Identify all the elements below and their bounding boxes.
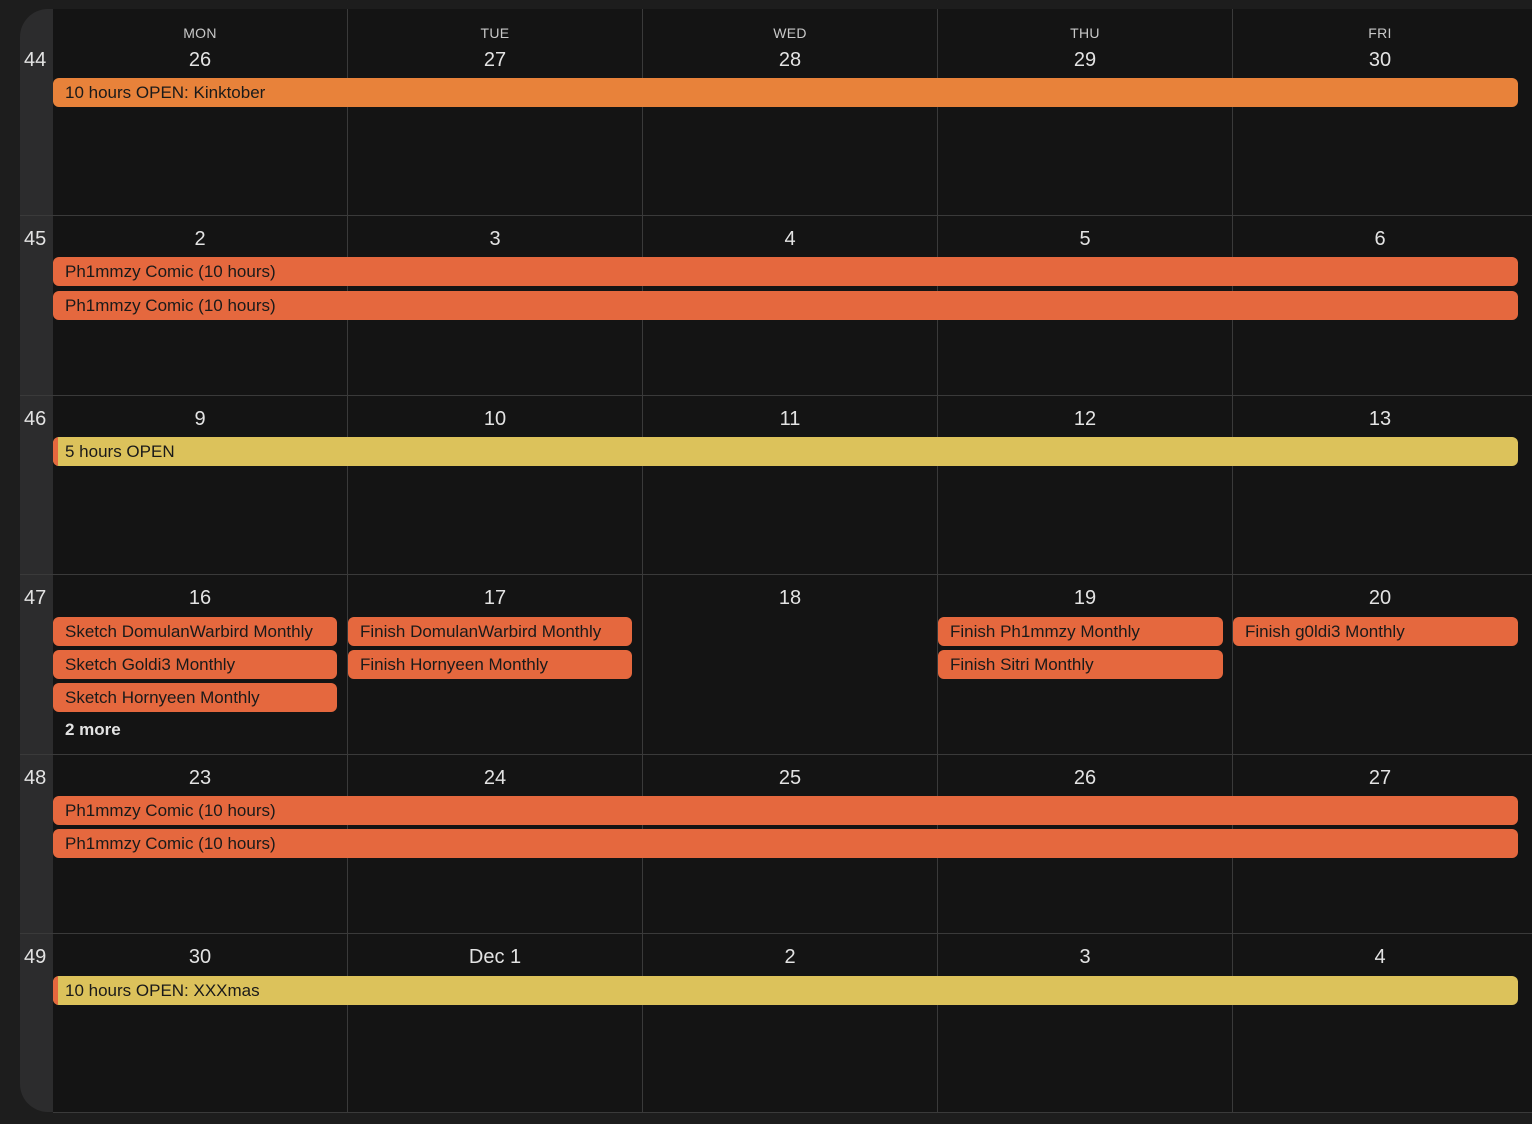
week-divider	[20, 395, 1532, 396]
weekday-header-mon: MON	[183, 25, 217, 41]
day-number[interactable]: 19	[1025, 587, 1145, 610]
day-number[interactable]: 29	[1025, 49, 1145, 72]
month-calendar: 44 45 46 47 48 49 MON TUE WED THU FRI 26…	[20, 9, 1532, 1114]
day-number[interactable]: 26	[1025, 767, 1145, 790]
event-chip[interactable]: Finish g0ldi3 Monthly	[1233, 617, 1518, 646]
week-number[interactable]: 47	[24, 587, 46, 610]
event-chip[interactable]: 10 hours OPEN: Kinktober	[53, 78, 1518, 107]
event-chip[interactable]: Sketch Goldi3 Monthly	[53, 650, 337, 679]
day-number[interactable]: 18	[730, 587, 850, 610]
day-number[interactable]: 2	[140, 228, 260, 251]
day-number[interactable]: 2	[730, 946, 850, 969]
calendar-grid: MON TUE WED THU FRI 26 27 28 29 30 10 ho…	[20, 9, 1532, 1113]
day-number[interactable]: 30	[140, 946, 260, 969]
event-chip[interactable]: Ph1mmzy Comic (10 hours)	[53, 829, 1518, 858]
weekday-header-thu: THU	[1070, 25, 1100, 41]
day-divider	[1232, 9, 1233, 1112]
event-chip[interactable]: 10 hours OPEN: XXXmas	[53, 976, 1518, 1005]
day-number[interactable]: 16	[140, 587, 260, 610]
day-number[interactable]: 27	[435, 49, 555, 72]
day-number[interactable]: 30	[1320, 49, 1440, 72]
week-number[interactable]: 44	[24, 49, 46, 72]
event-chip[interactable]: Ph1mmzy Comic (10 hours)	[53, 796, 1518, 825]
day-divider	[937, 9, 938, 1112]
event-chip[interactable]: Sketch DomulanWarbird Monthly	[53, 617, 337, 646]
event-chip[interactable]: 5 hours OPEN	[53, 437, 1518, 466]
day-number[interactable]: 26	[140, 49, 260, 72]
event-chip[interactable]: Finish DomulanWarbird Monthly	[348, 617, 632, 646]
day-number[interactable]: 27	[1320, 767, 1440, 790]
day-number[interactable]: 4	[730, 228, 850, 251]
day-number[interactable]: 5	[1025, 228, 1145, 251]
day-number[interactable]: 28	[730, 49, 850, 72]
week-number[interactable]: 46	[24, 408, 46, 431]
event-chip[interactable]: Ph1mmzy Comic (10 hours)	[53, 257, 1518, 286]
day-number[interactable]: Dec 1	[435, 946, 555, 969]
week-number[interactable]: 48	[24, 767, 46, 790]
event-chip[interactable]: Finish Ph1mmzy Monthly	[938, 617, 1223, 646]
event-chip[interactable]: Finish Hornyeen Monthly	[348, 650, 632, 679]
event-chip[interactable]: Finish Sitri Monthly	[938, 650, 1223, 679]
week-divider	[20, 754, 1532, 755]
day-number[interactable]: 10	[435, 408, 555, 431]
day-number[interactable]: 23	[140, 767, 260, 790]
event-chip[interactable]: Sketch Hornyeen Monthly	[53, 683, 337, 712]
event-chip[interactable]: Ph1mmzy Comic (10 hours)	[53, 291, 1518, 320]
day-number[interactable]: 9	[140, 408, 260, 431]
day-number[interactable]: 12	[1025, 408, 1145, 431]
day-number[interactable]: 24	[435, 767, 555, 790]
day-divider	[347, 9, 348, 1112]
day-number[interactable]: 4	[1320, 946, 1440, 969]
day-number[interactable]: 20	[1320, 587, 1440, 610]
day-number[interactable]: 25	[730, 767, 850, 790]
day-number[interactable]: 13	[1320, 408, 1440, 431]
day-number[interactable]: 3	[1025, 946, 1145, 969]
week-number[interactable]: 45	[24, 228, 46, 251]
day-number[interactable]: 11	[730, 408, 850, 431]
day-number[interactable]: 6	[1320, 228, 1440, 251]
week-divider	[20, 574, 1532, 575]
week-divider	[20, 933, 1532, 934]
weekday-header-tue: TUE	[480, 25, 510, 41]
more-events-link[interactable]: 2 more	[65, 720, 121, 740]
day-number[interactable]: 17	[435, 587, 555, 610]
week-number[interactable]: 49	[24, 946, 46, 969]
weekday-header-fri: FRI	[1368, 25, 1392, 41]
week-divider	[20, 215, 1532, 216]
weekday-header-wed: WED	[773, 25, 807, 41]
day-divider	[642, 9, 643, 1112]
day-number[interactable]: 3	[435, 228, 555, 251]
